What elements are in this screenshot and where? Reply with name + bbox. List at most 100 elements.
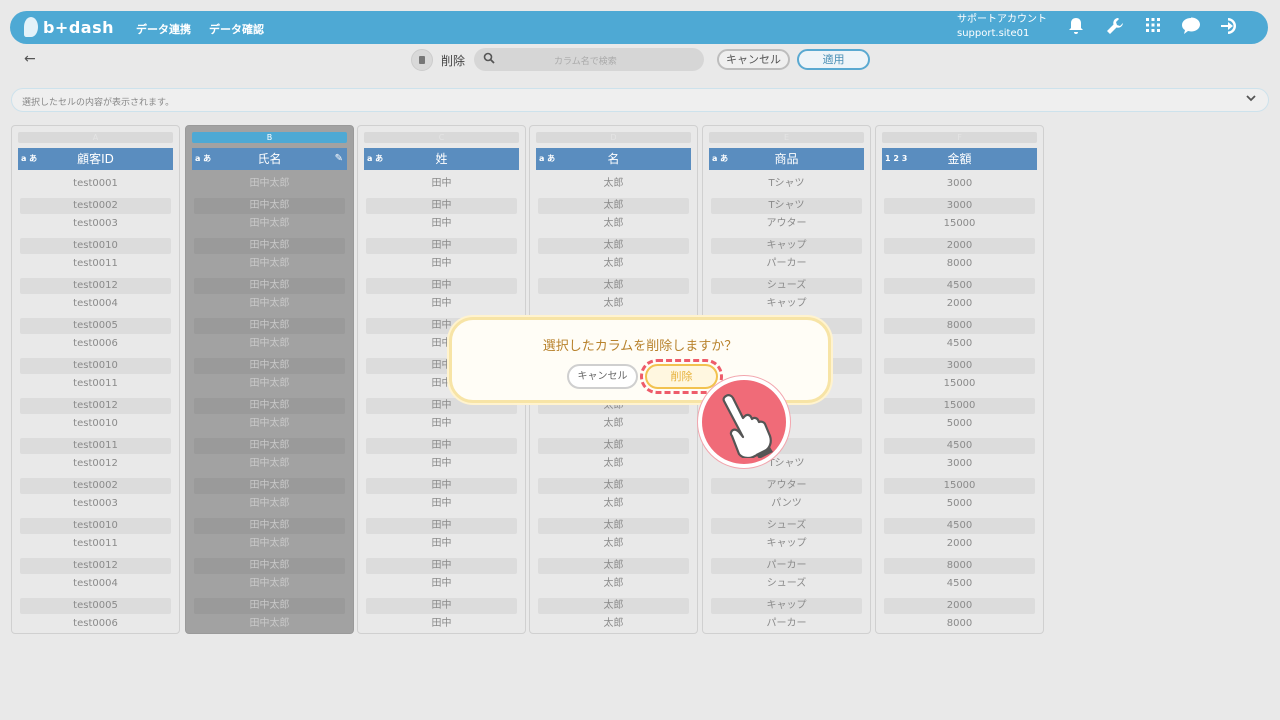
table-cell[interactable]: 太郎	[538, 598, 689, 614]
table-cell[interactable]: 5000	[882, 416, 1037, 436]
table-cell[interactable]: Tシャツ	[709, 176, 864, 196]
column-letter[interactable]: F	[882, 132, 1037, 143]
edit-pencil-icon[interactable]: ✎	[335, 148, 343, 170]
table-cell[interactable]: test0010	[20, 238, 171, 254]
table-cell[interactable]: 田中	[364, 576, 519, 596]
account-info[interactable]: サポートアカウント support.site01	[957, 13, 1047, 41]
column-header[interactable]: a あ 氏名 ✎	[192, 148, 347, 170]
table-cell[interactable]: 5000	[882, 496, 1037, 516]
table-cell[interactable]: 田中太郎	[194, 318, 345, 334]
table-cell[interactable]: test0011	[18, 256, 173, 276]
table-cell[interactable]: 15000	[882, 376, 1037, 396]
table-cell[interactable]: 田中太郎	[192, 256, 347, 276]
table-cell[interactable]: パーカー	[711, 558, 862, 574]
table-cell[interactable]: シューズ	[711, 278, 862, 294]
table-cell[interactable]: test0012	[20, 558, 171, 574]
table-cell[interactable]: 15000	[884, 398, 1035, 414]
table-cell[interactable]: 2000	[882, 536, 1037, 556]
table-cell[interactable]: 田中太郎	[192, 176, 347, 196]
table-cell[interactable]: 田中	[364, 536, 519, 556]
table-cell[interactable]: 4500	[884, 518, 1035, 534]
table-cell[interactable]: 8000	[882, 256, 1037, 276]
table-cell[interactable]: 2000	[884, 238, 1035, 254]
table-cell[interactable]: 田中太郎	[192, 536, 347, 556]
table-cell[interactable]: 田中太郎	[194, 518, 345, 534]
column-header[interactable]: a あ名	[536, 148, 691, 170]
table-cell[interactable]: test0012	[20, 398, 171, 414]
table-cell[interactable]: test0006	[18, 336, 173, 356]
table-cell[interactable]: Tシャツ	[711, 198, 862, 214]
table-cell[interactable]: 3000	[884, 198, 1035, 214]
dialog-delete-button[interactable]: 削除	[645, 364, 718, 389]
table-cell[interactable]: 太郎	[536, 416, 691, 436]
table-cell[interactable]: パーカー	[709, 256, 864, 276]
table-cell[interactable]: test0011	[18, 536, 173, 556]
table-cell[interactable]: 田中太郎	[194, 358, 345, 374]
table-cell[interactable]: 田中	[366, 438, 517, 454]
table-cell[interactable]: 田中太郎	[192, 376, 347, 396]
table-cell[interactable]: 2000	[884, 598, 1035, 614]
wrench-icon[interactable]	[1104, 17, 1126, 37]
table-cell[interactable]: 田中太郎	[192, 456, 347, 476]
logout-icon[interactable]	[1218, 17, 1240, 37]
table-cell[interactable]: 田中太郎	[192, 296, 347, 316]
table-cell[interactable]: 太郎	[536, 576, 691, 596]
table-cell[interactable]: test0011	[18, 376, 173, 396]
table-cell[interactable]: 太郎	[536, 296, 691, 316]
table-cell[interactable]: 田中太郎	[194, 198, 345, 214]
table-cell[interactable]: 田中	[366, 558, 517, 574]
column-card[interactable]: Aa あ 顧客ID test0001 test0002 test0003 test0010…	[11, 125, 180, 634]
table-cell[interactable]: test0003	[18, 216, 173, 236]
table-cell[interactable]: シューズ	[709, 576, 864, 596]
cell-content-bar[interactable]: 選択したセルの内容が表示されます。	[11, 88, 1269, 112]
table-cell[interactable]: test0005	[20, 598, 171, 614]
table-cell[interactable]: 4500	[884, 438, 1035, 454]
table-cell[interactable]: 3000	[882, 176, 1037, 196]
bell-icon[interactable]	[1065, 17, 1087, 37]
table-cell[interactable]: test0004	[18, 576, 173, 596]
table-cell[interactable]: 田中太郎	[194, 438, 345, 454]
table-cell[interactable]: 8000	[882, 616, 1037, 636]
column-header[interactable]: a あ 商品	[709, 148, 864, 170]
chevron-down-icon[interactable]	[1246, 93, 1256, 106]
chat-icon[interactable]	[1180, 17, 1202, 37]
table-cell[interactable]: シューズ	[711, 518, 862, 534]
column-search-input[interactable]: カラム名で検索	[474, 48, 704, 71]
table-cell[interactable]: 田中	[364, 416, 519, 436]
table-cell[interactable]: 8000	[884, 558, 1035, 574]
apply-button[interactable]: 適用	[797, 49, 870, 70]
table-cell[interactable]: 4500	[882, 336, 1037, 356]
table-cell[interactable]: 田中太郎	[192, 496, 347, 516]
column-card[interactable]: F 1 2 3 金額 3000 3000 15000 2000 8000 4500 2000 800…	[875, 125, 1044, 634]
table-cell[interactable]: 田中太郎	[194, 478, 345, 494]
table-cell[interactable]: アウター	[711, 478, 862, 494]
column-letter[interactable]: D	[536, 132, 691, 143]
table-cell[interactable]: 田中太郎	[192, 336, 347, 356]
table-cell[interactable]: キャップ	[709, 536, 864, 556]
grid-icon[interactable]	[1142, 17, 1164, 37]
table-cell[interactable]: test0010	[20, 518, 171, 534]
table-cell[interactable]: test0005	[20, 318, 171, 334]
table-cell[interactable]: test0010	[18, 416, 173, 436]
table-cell[interactable]: 太郎	[538, 238, 689, 254]
table-cell[interactable]: 太郎	[538, 478, 689, 494]
table-cell[interactable]: 8000	[884, 318, 1035, 334]
table-cell[interactable]: test0002	[20, 198, 171, 214]
column-letter[interactable]: C	[364, 132, 519, 143]
table-cell[interactable]: 田中太郎	[194, 398, 345, 414]
table-cell[interactable]: 4500	[882, 576, 1037, 596]
table-cell[interactable]: 田中	[364, 216, 519, 236]
table-cell[interactable]: 田中	[364, 296, 519, 316]
table-cell[interactable]: 4500	[884, 278, 1035, 294]
table-cell[interactable]: キャップ	[711, 238, 862, 254]
table-cell[interactable]: test0004	[18, 296, 173, 316]
column-letter[interactable]: B	[192, 132, 347, 143]
table-cell[interactable]: アウター	[709, 216, 864, 236]
table-cell[interactable]: 田中	[366, 238, 517, 254]
table-cell[interactable]: 太郎	[538, 518, 689, 534]
table-cell[interactable]: 15000	[882, 216, 1037, 236]
table-cell[interactable]: 田中太郎	[192, 416, 347, 436]
table-cell[interactable]: test0003	[18, 496, 173, 516]
table-cell[interactable]: パーカー	[709, 616, 864, 636]
table-cell[interactable]: 3000	[884, 358, 1035, 374]
